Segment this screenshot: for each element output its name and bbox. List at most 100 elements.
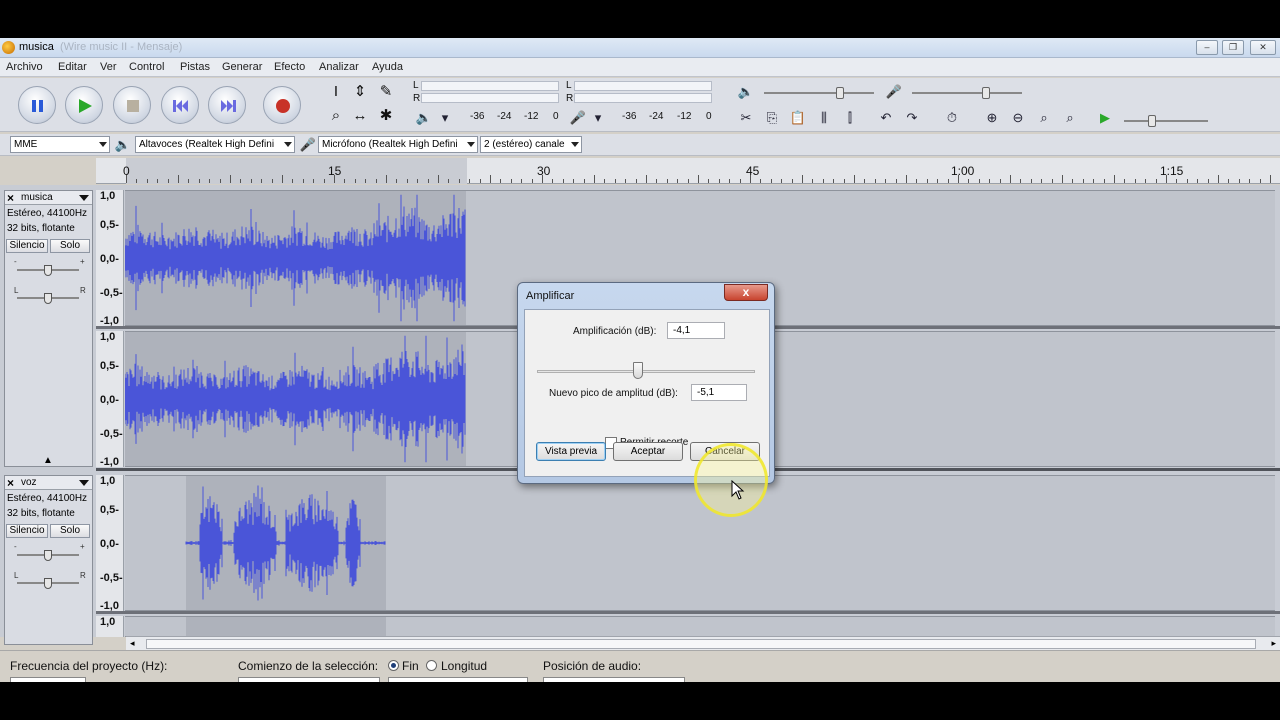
pause-button[interactable]: [18, 86, 56, 124]
pan-slider-knob[interactable]: [44, 578, 52, 589]
pan-slider-knob[interactable]: [44, 293, 52, 304]
track-menu-chevron-icon[interactable]: [79, 480, 89, 486]
mute-button[interactable]: Silencio: [6, 239, 48, 253]
microphone-icon[interactable]: 🎤: [568, 108, 588, 128]
track-control-panel-musica: × musica Estéreo, 44100Hz 32 bits, flota…: [4, 190, 93, 467]
play-speed-slider[interactable]: [1124, 115, 1208, 127]
selection-start-field[interactable]: [238, 677, 380, 682]
play-speed-knob[interactable]: [1148, 115, 1156, 127]
menu-ayuda[interactable]: Ayuda: [372, 61, 403, 73]
input-meter-menu-icon[interactable]: ▾: [588, 108, 608, 128]
restore-button[interactable]: ❐: [1222, 40, 1244, 55]
vertical-scale-voz-left[interactable]: 1,0 0,5- 0,0- -0,5- -1,0: [96, 475, 124, 612]
cut-icon[interactable]: ✂: [736, 108, 756, 128]
gain-slider[interactable]: [17, 265, 79, 276]
track-menu-chevron-icon[interactable]: [79, 195, 89, 201]
zoom-out-icon[interactable]: ⊖: [1008, 108, 1028, 128]
output-meter-menu-icon[interactable]: ▾: [435, 108, 455, 128]
record-button[interactable]: [263, 86, 301, 124]
ok-button[interactable]: Aceptar: [613, 442, 683, 461]
selection-end-field[interactable]: [388, 677, 528, 682]
selection-tool-icon[interactable]: I: [326, 82, 346, 102]
scrollbar-thumb[interactable]: [146, 639, 1256, 649]
ruler-tick: [854, 175, 855, 183]
pan-slider[interactable]: [17, 578, 79, 589]
track-header[interactable]: × musica: [5, 191, 92, 205]
amplification-slider-thumb[interactable]: [633, 362, 643, 379]
audio-host-select[interactable]: MME: [10, 136, 110, 153]
close-window-button[interactable]: ✕: [1250, 40, 1276, 55]
mute-button[interactable]: Silencio: [6, 524, 48, 538]
draw-tool-icon[interactable]: ✎: [376, 82, 396, 102]
timeshift-tool-icon[interactable]: ↔: [350, 106, 370, 126]
end-radio[interactable]: [388, 660, 399, 671]
collapse-track-icon[interactable]: ▲: [43, 455, 53, 466]
play-at-speed-icon[interactable]: ▶: [1095, 108, 1115, 128]
paste-icon[interactable]: 📋: [788, 108, 808, 128]
zoom-in-icon[interactable]: ⊕: [982, 108, 1002, 128]
waveform-voz-right[interactable]: [125, 616, 1275, 638]
menu-ver[interactable]: Ver: [100, 61, 117, 73]
project-rate-field[interactable]: [10, 677, 86, 682]
output-meter-right[interactable]: [421, 93, 559, 103]
stop-button[interactable]: [113, 86, 151, 124]
minimize-button[interactable]: ‒: [1196, 40, 1218, 55]
sync-lock-icon[interactable]: ⏱: [942, 108, 962, 128]
recording-volume-slider[interactable]: [912, 87, 1022, 99]
amplification-input[interactable]: -4,1: [667, 322, 725, 339]
vertical-scale-voz-right[interactable]: 1,0: [96, 616, 124, 637]
close-track-icon[interactable]: ×: [7, 191, 14, 205]
solo-button[interactable]: Solo: [50, 239, 90, 253]
menu-pistas[interactable]: Pistas: [180, 61, 210, 73]
solo-button[interactable]: Solo: [50, 524, 90, 538]
amplification-slider-track[interactable]: [537, 370, 755, 373]
preview-button[interactable]: Vista previa: [536, 442, 606, 461]
vertical-scale-musica-left[interactable]: 1,0 0,5- 0,0- -0,5- -1,0: [96, 190, 124, 327]
ruler-tick: [1051, 179, 1053, 183]
fit-project-icon[interactable]: ⌕: [1060, 108, 1080, 128]
undo-icon[interactable]: ↶: [876, 108, 896, 128]
close-track-icon[interactable]: ×: [7, 476, 14, 490]
audio-position-field[interactable]: [543, 677, 685, 682]
playback-volume-knob[interactable]: [836, 87, 844, 99]
menu-analizar[interactable]: Analizar: [319, 61, 359, 73]
menu-archivo[interactable]: Archivo: [6, 61, 43, 73]
skip-start-button[interactable]: [161, 86, 199, 124]
menu-generar[interactable]: Generar: [222, 61, 262, 73]
recording-volume-knob[interactable]: [982, 87, 990, 99]
output-device-select[interactable]: Altavoces (Realtek High Defini: [135, 136, 295, 153]
gain-slider[interactable]: [17, 550, 79, 561]
new-peak-input[interactable]: -5,1: [691, 384, 747, 401]
menu-editar[interactable]: Editar: [58, 61, 87, 73]
pan-slider[interactable]: [17, 293, 79, 304]
track-header[interactable]: × voz: [5, 476, 92, 490]
length-radio[interactable]: [426, 660, 437, 671]
input-meter-left[interactable]: [574, 81, 712, 91]
scroll-right-icon[interactable]: ▸: [1271, 638, 1276, 649]
fit-selection-icon[interactable]: ⌕: [1034, 108, 1054, 128]
input-channels-select[interactable]: 2 (estéreo) canale: [480, 136, 582, 153]
input-meter-right[interactable]: [574, 93, 712, 103]
vertical-scale-musica-right[interactable]: 1,0 0,5- 0,0- -0,5- -1,0: [96, 331, 124, 468]
trim-icon[interactable]: ⫼: [814, 108, 834, 128]
copy-icon[interactable]: ⎘: [762, 108, 782, 128]
speaker-icon[interactable]: 🔈: [414, 108, 434, 128]
menu-control[interactable]: Control: [129, 61, 164, 73]
multi-tool-icon[interactable]: ✱: [376, 106, 396, 126]
output-meter-left[interactable]: [421, 81, 559, 91]
horizontal-scrollbar[interactable]: ◂ ▸: [126, 636, 1280, 650]
menu-efecto[interactable]: Efecto: [274, 61, 305, 73]
dialog-close-button[interactable]: x: [724, 284, 768, 301]
silence-icon[interactable]: ⫿: [840, 108, 860, 128]
scroll-left-icon[interactable]: ◂: [130, 638, 135, 649]
envelope-tool-icon[interactable]: ⇕: [350, 82, 370, 102]
play-button[interactable]: [65, 86, 103, 124]
gain-slider-knob[interactable]: [44, 265, 52, 276]
playback-volume-slider[interactable]: [764, 87, 874, 99]
skip-end-button[interactable]: [208, 86, 246, 124]
zoom-tool-icon[interactable]: ⌕: [326, 106, 346, 126]
redo-icon[interactable]: ↷: [902, 108, 922, 128]
timeline-ruler[interactable]: 0 15 30 45 1:00 1:15: [96, 158, 1280, 184]
input-device-select[interactable]: Micrófono (Realtek High Defini: [318, 136, 478, 153]
gain-slider-knob[interactable]: [44, 550, 52, 561]
